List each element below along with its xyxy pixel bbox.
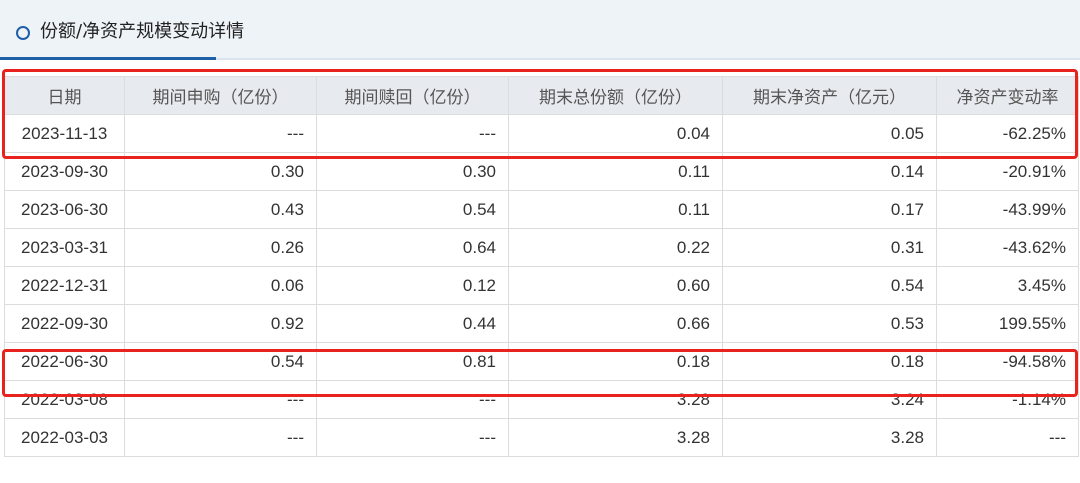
- cell-total-shares: 3.28: [508, 418, 723, 457]
- cell-change-rate: ---: [936, 418, 1079, 457]
- col-header-redemption: 期间赎回（亿份）: [316, 76, 509, 115]
- cell-redemption: 0.30: [316, 152, 509, 191]
- cell-total-shares: 0.66: [508, 304, 723, 343]
- cell-change-rate: -1.14%: [936, 380, 1079, 419]
- cell-net-assets: 0.53: [722, 304, 937, 343]
- cell-net-assets: 0.17: [722, 190, 937, 229]
- cell-date: 2022-06-30: [4, 342, 125, 381]
- cell-total-shares: 3.28: [508, 380, 723, 419]
- cell-redemption: ---: [316, 380, 509, 419]
- cell-change-rate: -62.25%: [936, 114, 1079, 153]
- cell-subscription: 0.26: [124, 228, 317, 267]
- cell-net-assets: 0.31: [722, 228, 937, 267]
- table-header-row: 日期 期间申购（亿份） 期间赎回（亿份） 期末总份额（亿份） 期末净资产（亿元）…: [4, 76, 1079, 115]
- col-header-subscription: 期间申购（亿份）: [124, 76, 317, 115]
- table-row: 2023-03-31 0.26 0.64 0.22 0.31 -43.62%: [4, 228, 1079, 267]
- cell-redemption: 0.44: [316, 304, 509, 343]
- table-row: 2022-09-30 0.92 0.44 0.66 0.53 199.55%: [4, 304, 1079, 343]
- cell-date: 2023-11-13: [4, 114, 125, 153]
- cell-total-shares: 0.60: [508, 266, 723, 305]
- cell-total-shares: 0.18: [508, 342, 723, 381]
- cell-change-rate: -43.62%: [936, 228, 1079, 267]
- table-row: 2022-03-08 --- --- 3.28 3.24 -1.14%: [4, 380, 1079, 419]
- col-header-change-rate: 净资产变动率: [936, 76, 1079, 115]
- cell-subscription: ---: [124, 418, 317, 457]
- table-row: 2022-12-31 0.06 0.12 0.60 0.54 3.45%: [4, 266, 1079, 305]
- cell-change-rate: -20.91%: [936, 152, 1079, 191]
- cell-date: 2023-03-31: [4, 228, 125, 267]
- cell-redemption: 0.64: [316, 228, 509, 267]
- cell-subscription: 0.43: [124, 190, 317, 229]
- cell-total-shares: 0.11: [508, 190, 723, 229]
- title-underline: [0, 57, 216, 60]
- cell-net-assets: 3.24: [722, 380, 937, 419]
- panel-header: 份额/净资产规模变动详情: [0, 0, 1080, 60]
- cell-redemption: ---: [316, 114, 509, 153]
- cell-change-rate: 3.45%: [936, 266, 1079, 305]
- col-header-net-assets: 期末净资产（亿元）: [722, 76, 937, 115]
- cell-subscription: 0.54: [124, 342, 317, 381]
- cell-date: 2022-03-03: [4, 418, 125, 457]
- scale-change-table: 日期 期间申购（亿份） 期间赎回（亿份） 期末总份额（亿份） 期末净资产（亿元）…: [4, 76, 1079, 457]
- cell-total-shares: 0.22: [508, 228, 723, 267]
- col-header-total-shares: 期末总份额（亿份）: [508, 76, 723, 115]
- cell-change-rate: 199.55%: [936, 304, 1079, 343]
- panel-title: 份额/净资产规模变动详情: [40, 21, 245, 42]
- col-header-date: 日期: [4, 76, 125, 115]
- cell-date: 2023-09-30: [4, 152, 125, 191]
- cell-date: 2022-12-31: [4, 266, 125, 305]
- cell-total-shares: 0.04: [508, 114, 723, 153]
- cell-subscription: 0.92: [124, 304, 317, 343]
- cell-subscription: ---: [124, 380, 317, 419]
- cell-subscription: ---: [124, 114, 317, 153]
- cell-redemption: 0.81: [316, 342, 509, 381]
- cell-redemption: 0.12: [316, 266, 509, 305]
- cell-date: 2022-03-08: [4, 380, 125, 419]
- cell-redemption: 0.54: [316, 190, 509, 229]
- table-row: 2023-09-30 0.30 0.30 0.11 0.14 -20.91%: [4, 152, 1079, 191]
- cell-net-assets: 0.18: [722, 342, 937, 381]
- cell-redemption: ---: [316, 418, 509, 457]
- cell-subscription: 0.06: [124, 266, 317, 305]
- cell-total-shares: 0.11: [508, 152, 723, 191]
- table-row: 2023-06-30 0.43 0.54 0.11 0.17 -43.99%: [4, 190, 1079, 229]
- table-row: 2022-06-30 0.54 0.81 0.18 0.18 -94.58%: [4, 342, 1079, 381]
- circle-bullet-icon: [16, 26, 30, 40]
- cell-subscription: 0.30: [124, 152, 317, 191]
- cell-net-assets: 3.28: [722, 418, 937, 457]
- cell-date: 2022-09-30: [4, 304, 125, 343]
- cell-net-assets: 0.54: [722, 266, 937, 305]
- scale-change-panel: 份额/净资产规模变动详情 日期 期间申购（亿份） 期间赎回（亿份） 期末总份额（…: [0, 0, 1080, 483]
- cell-net-assets: 0.05: [722, 114, 937, 153]
- table-row: 2022-03-03 --- --- 3.28 3.28 ---: [4, 418, 1079, 457]
- cell-change-rate: -43.99%: [936, 190, 1079, 229]
- cell-change-rate: -94.58%: [936, 342, 1079, 381]
- cell-date: 2023-06-30: [4, 190, 125, 229]
- table-row: 2023-11-13 --- --- 0.04 0.05 -62.25%: [4, 114, 1079, 153]
- cell-net-assets: 0.14: [722, 152, 937, 191]
